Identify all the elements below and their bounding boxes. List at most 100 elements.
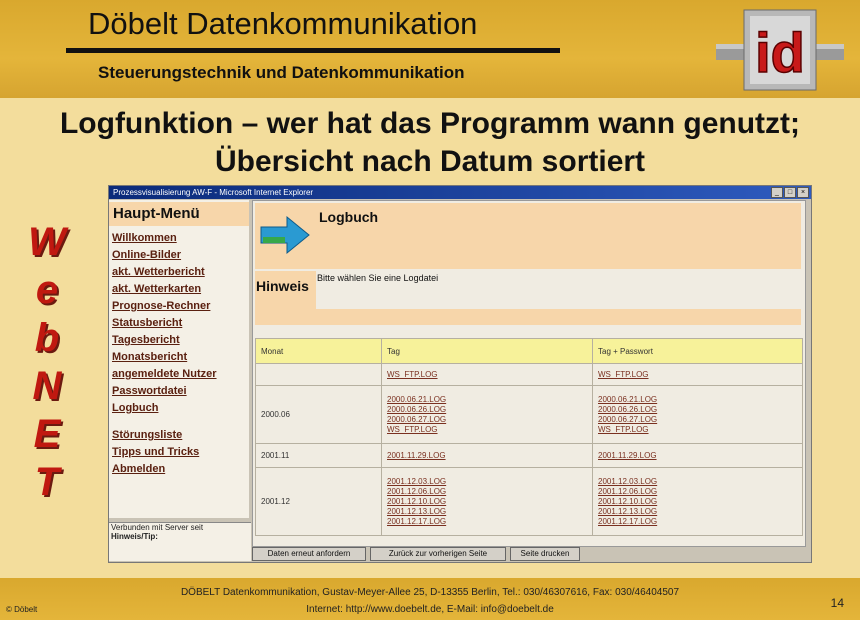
- company-title: Döbelt Datenkommunikation: [88, 6, 478, 41]
- log-link[interactable]: WS_FTP.LOG: [387, 370, 587, 380]
- month-cell: [255, 363, 382, 386]
- menu-link[interactable]: Monatsbericht: [109, 349, 249, 366]
- menu-link[interactable]: angemeldete Nutzer: [109, 366, 249, 383]
- menu-link[interactable]: Prognose-Rechner: [109, 298, 249, 315]
- hint-label: Hinweis: [255, 271, 316, 309]
- company-subtitle: Steuerungstechnik und Datenkommunikation: [98, 63, 465, 82]
- maximize-button[interactable]: □: [784, 187, 796, 198]
- logbook-header: Logbuch: [255, 203, 801, 269]
- separator-bar: [255, 309, 801, 325]
- log-link[interactable]: 2001.12.10.LOG: [387, 497, 587, 507]
- slide-header: Döbelt Datenkommunikation Steuerungstech…: [0, 0, 860, 98]
- menu-link[interactable]: akt. Wetterbericht: [109, 264, 249, 281]
- copyright: © Döbelt: [6, 605, 38, 614]
- log-link[interactable]: 2001.12.13.LOG: [598, 507, 797, 517]
- log-link[interactable]: 2001.12.06.LOG: [387, 487, 587, 497]
- table-row: 2000.06 2000.06.21.LOG 2000.06.26.LOG 20…: [255, 385, 803, 444]
- side-letter: T: [34, 460, 60, 504]
- column-header: Monat: [255, 338, 382, 364]
- column-header: Tag: [381, 338, 593, 364]
- log-link[interactable]: 2001.12.17.LOG: [598, 517, 797, 527]
- side-letter: W: [28, 220, 66, 264]
- log-link[interactable]: 2001.12.13.LOG: [387, 507, 587, 517]
- menu-link[interactable]: Störungsliste: [109, 427, 249, 444]
- browser-content: Haupt-Menü Willkommen Online-Bilder akt.…: [109, 200, 811, 562]
- main-frame: Logbuch Hinweis Bitte wählen Sie eine Lo…: [252, 200, 806, 547]
- slide-headline: Logfunktion – wer hat das Programm wann …: [0, 105, 860, 181]
- page-number: 14: [830, 596, 844, 610]
- window-titlebar: Prozessvisualisierung AW-F - Microsoft I…: [109, 186, 811, 199]
- header-rule: [66, 48, 560, 53]
- day-cell: 2000.06.21.LOG 2000.06.26.LOG 2000.06.27…: [381, 385, 593, 444]
- log-link[interactable]: 2000.06.26.LOG: [598, 405, 797, 415]
- browser-window: Prozessvisualisierung AW-F - Microsoft I…: [108, 185, 812, 563]
- log-link[interactable]: 2000.06.21.LOG: [387, 395, 587, 405]
- log-link[interactable]: 2001.11.29.LOG: [387, 451, 587, 461]
- main-menu: Haupt-Menü Willkommen Online-Bilder akt.…: [109, 200, 249, 518]
- month-cell: 2001.12: [255, 467, 382, 536]
- table-row: 2001.12 2001.12.03.LOG 2001.12.06.LOG 20…: [255, 467, 803, 536]
- menu-link[interactable]: Tagesbericht: [109, 332, 249, 349]
- log-link[interactable]: 2001.12.03.LOG: [387, 477, 587, 487]
- print-button[interactable]: Seite drucken: [510, 547, 580, 561]
- headline-line-1: Logfunktion – wer hat das Programm wann …: [59, 107, 801, 140]
- status-connected: Verbunden mit Server seit: [111, 523, 204, 532]
- menu-gap: [109, 417, 249, 427]
- log-link[interactable]: 2001.12.03.LOG: [598, 477, 797, 487]
- minimize-button[interactable]: _: [771, 187, 783, 198]
- window-title: Prozessvisualisierung AW-F - Microsoft I…: [113, 188, 314, 197]
- menu-link[interactable]: Online-Bilder: [109, 247, 249, 264]
- slide-footer: DÖBELT Datenkommunikation, Gustav-Meyer-…: [0, 578, 860, 620]
- menu-link[interactable]: akt. Wetterkarten: [109, 281, 249, 298]
- pw-cell: 2001.12.03.LOG 2001.12.06.LOG 2001.12.10…: [592, 467, 803, 536]
- log-link[interactable]: WS_FTP.LOG: [598, 425, 797, 435]
- pw-cell: 2001.11.29.LOG: [592, 443, 803, 468]
- logbook-title: Logbuch: [319, 209, 379, 225]
- log-link[interactable]: 2000.06.21.LOG: [598, 395, 797, 405]
- log-link[interactable]: 2001.11.29.LOG: [598, 451, 797, 461]
- hint-text: Bitte wählen Sie eine Logdatei: [317, 271, 801, 311]
- reload-data-button[interactable]: Daten erneut anfordern: [252, 547, 366, 561]
- log-link[interactable]: WS_FTP.LOG: [598, 370, 797, 380]
- side-letter: e: [35, 268, 59, 312]
- table-row: WS_FTP.LOG WS_FTP.LOG: [255, 363, 803, 386]
- menu-link[interactable]: Passwortdatei: [109, 383, 249, 400]
- back-button[interactable]: Zurück zur vorherigen Seite: [370, 547, 506, 561]
- menu-link[interactable]: Statusbericht: [109, 315, 249, 332]
- menu-link[interactable]: Tipps und Tricks: [109, 444, 249, 461]
- berliner-wasser-arrow-icon: [260, 215, 310, 255]
- status-panel: Verbunden mit Server seit Hinweis/Tip:: [109, 522, 251, 561]
- day-cell: WS_FTP.LOG: [381, 363, 593, 386]
- month-cell: 2001.11: [255, 443, 382, 468]
- footer-internet: Internet: http://www.doebelt.de, E-Mail:…: [306, 604, 554, 615]
- side-letter: E: [33, 412, 61, 456]
- menu-heading: Haupt-Menü: [109, 202, 249, 226]
- log-link[interactable]: WS_FTP.LOG: [387, 425, 587, 435]
- menu-link[interactable]: Abmelden: [109, 461, 249, 478]
- table-row: 2001.11 2001.11.29.LOG 2001.11.29.LOG: [255, 443, 803, 468]
- footer-address: DÖBELT Datenkommunikation, Gustav-Meyer-…: [180, 587, 680, 598]
- day-cell: 2001.11.29.LOG: [381, 443, 593, 468]
- side-letter: b: [34, 316, 60, 360]
- id-logo: id: [716, 9, 844, 91]
- menu-link[interactable]: Willkommen: [109, 230, 249, 247]
- log-link[interactable]: 2001.12.10.LOG: [598, 497, 797, 507]
- column-header: Tag + Passwort: [592, 338, 803, 364]
- pw-cell: 2000.06.21.LOG 2000.06.26.LOG 2000.06.27…: [592, 385, 803, 444]
- log-link[interactable]: 2000.06.26.LOG: [387, 405, 587, 415]
- log-link[interactable]: 2001.12.17.LOG: [387, 517, 587, 527]
- month-cell: 2000.06: [255, 385, 382, 444]
- log-link[interactable]: 2000.06.27.LOG: [598, 415, 797, 425]
- pw-cell: WS_FTP.LOG: [592, 363, 803, 386]
- day-cell: 2001.12.03.LOG 2001.12.06.LOG 2001.12.10…: [381, 467, 593, 536]
- status-hint: Hinweis/Tip:: [111, 532, 158, 541]
- log-link[interactable]: 2000.06.27.LOG: [387, 415, 587, 425]
- button-row: Daten erneut anfordern Zurück zur vorher…: [252, 547, 580, 561]
- log-table: Monat Tag Tag + Passwort WS_FTP.LOG WS_F…: [255, 338, 803, 536]
- logo-text: id: [755, 21, 805, 84]
- log-link[interactable]: 2001.12.06.LOG: [598, 487, 797, 497]
- webnet-vertical-text: W e b N E T: [22, 218, 72, 506]
- menu-link[interactable]: Logbuch: [109, 400, 249, 417]
- side-letter: N: [32, 364, 62, 408]
- close-button[interactable]: ×: [797, 187, 809, 198]
